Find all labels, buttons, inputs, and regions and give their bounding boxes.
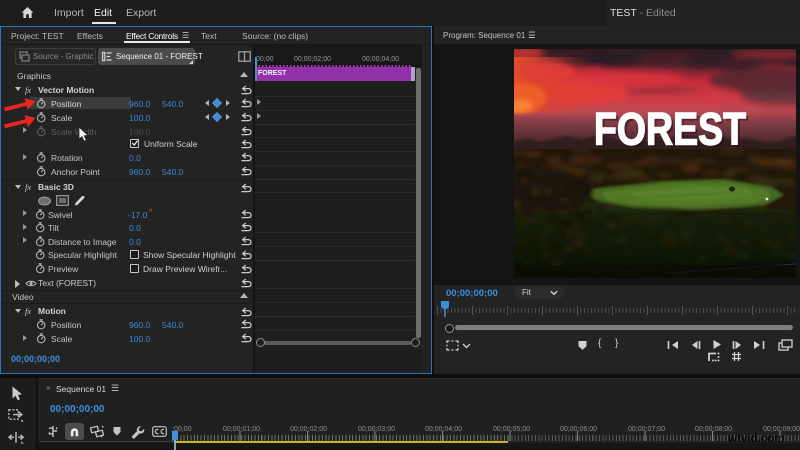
svg-text:FOREST: FOREST [594,104,746,155]
